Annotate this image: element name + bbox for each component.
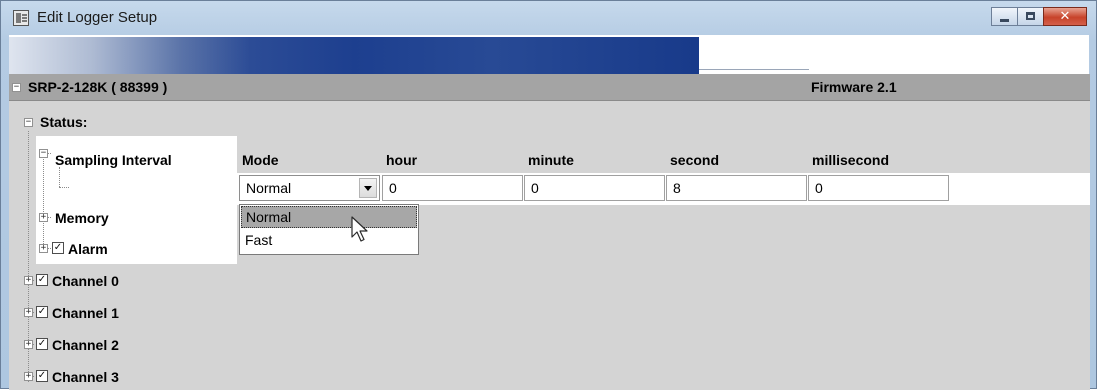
mode-selected-value: Normal <box>246 180 292 196</box>
mouse-cursor-icon <box>351 216 368 242</box>
expand-icon[interactable]: + <box>24 308 33 317</box>
device-row[interactable]: − SRP-2-128K ( 88399 ) Firmware 2.1 <box>9 74 1090 101</box>
channel-1-label: Channel 1 <box>52 305 119 321</box>
settings-tree: − SRP-2-128K ( 88399 ) Firmware 2.1 − St… <box>9 74 1090 390</box>
tree-line <box>43 159 44 248</box>
expand-icon[interactable]: + <box>39 244 48 253</box>
expand-icon[interactable]: + <box>39 213 48 222</box>
channel-2-checkbox[interactable]: ✓ <box>36 338 48 350</box>
alarm-checkbox[interactable]: ✓ <box>52 242 64 254</box>
millisecond-header: millisecond <box>812 152 890 168</box>
title-bar[interactable]: Edit Logger Setup ✕ <box>1 1 1096 35</box>
collapse-icon[interactable]: − <box>24 118 33 127</box>
mode-dropdown-list: Normal Fast <box>239 204 419 255</box>
mode-dropdown-button[interactable] <box>359 178 377 198</box>
mode-combobox[interactable]: Normal <box>239 175 380 201</box>
expand-icon[interactable]: + <box>24 372 33 381</box>
channel-3-label: Channel 3 <box>52 369 119 385</box>
mode-option-normal[interactable]: Normal <box>241 206 417 228</box>
status-label: Status: <box>40 114 88 130</box>
channel-2-label: Channel 2 <box>52 337 119 353</box>
window-title: Edit Logger Setup <box>37 9 158 26</box>
firmware-version: Firmware 2.1 <box>811 79 897 95</box>
maximize-button[interactable] <box>1017 7 1044 26</box>
channel-1-checkbox[interactable]: ✓ <box>36 306 48 318</box>
channel-0-label: Channel 0 <box>52 273 119 289</box>
hour-header: hour <box>386 152 418 168</box>
collapse-icon[interactable]: − <box>39 149 48 158</box>
second-field[interactable]: 8 <box>666 175 807 201</box>
banner-image <box>9 37 699 74</box>
collapse-icon[interactable]: − <box>12 83 21 92</box>
hour-field[interactable]: 0 <box>382 175 523 201</box>
channel-3-checkbox[interactable]: ✓ <box>36 370 48 382</box>
header-banner <box>9 35 1089 74</box>
maximize-icon <box>1026 12 1035 20</box>
minute-field[interactable]: 0 <box>524 175 665 201</box>
channel-0-checkbox[interactable]: ✓ <box>36 274 48 286</box>
minimize-icon <box>1000 19 1009 22</box>
chevron-down-icon <box>364 186 372 191</box>
mode-option-fast[interactable]: Fast <box>241 229 417 251</box>
expand-icon[interactable]: + <box>24 276 33 285</box>
minute-header: minute <box>528 152 574 168</box>
window-controls: ✕ <box>991 7 1087 27</box>
close-icon: ✕ <box>1059 9 1071 24</box>
mode-header: Mode <box>242 152 279 168</box>
edit-logger-setup-window: Edit Logger Setup ✕ − SRP-2-128K ( 88399… <box>0 0 1097 390</box>
device-name: SRP-2-128K ( 88399 ) <box>28 79 168 95</box>
app-icon <box>13 10 29 26</box>
sampling-interval-label: Sampling Interval <box>55 152 172 168</box>
expand-icon[interactable]: + <box>24 340 33 349</box>
close-button[interactable]: ✕ <box>1043 7 1087 26</box>
banner-divider <box>699 69 809 70</box>
minimize-button[interactable] <box>991 7 1018 26</box>
tree-line <box>59 167 60 187</box>
alarm-label: Alarm <box>68 241 108 257</box>
tree-line <box>59 187 69 188</box>
second-header: second <box>670 152 720 168</box>
millisecond-field[interactable]: 0 <box>808 175 949 201</box>
memory-label: Memory <box>55 210 109 226</box>
